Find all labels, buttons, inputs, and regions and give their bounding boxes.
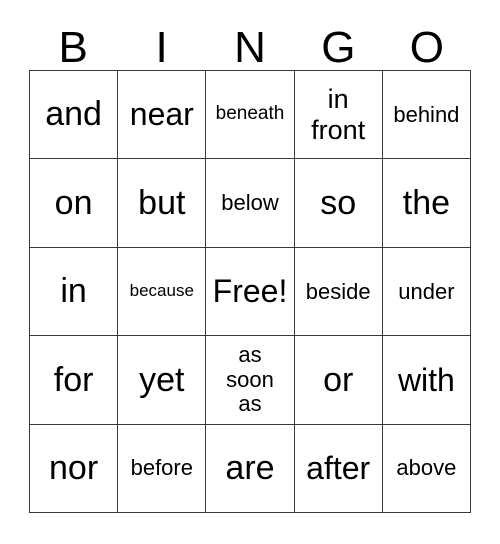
bingo-cell-text: nor — [49, 448, 99, 487]
bingo-cell-text: and — [45, 95, 102, 134]
bingo-cell[interactable]: on — [30, 159, 119, 248]
header-letter-o: O — [409, 23, 444, 72]
bingo-cell-text: are — [225, 448, 275, 487]
bingo-cell-text: with — [397, 361, 455, 398]
header-letter-i: I — [155, 23, 168, 72]
bingo-cell[interactable]: near — [118, 71, 207, 160]
bingo-cell-text: but — [138, 183, 186, 222]
bingo-cell[interactable]: the — [382, 159, 471, 248]
free-space-label: Free! — [212, 273, 288, 310]
bingo-cell-text: below — [221, 190, 279, 216]
bingo-cell-text: in front — [311, 84, 366, 145]
bingo-cell-text: after — [306, 450, 371, 487]
bingo-cell[interactable]: or — [294, 336, 383, 425]
header-letter-g: G — [321, 23, 356, 72]
bingo-cell-text: on — [54, 183, 93, 222]
bingo-cell[interactable]: but — [118, 159, 207, 248]
bingo-cell-text: the — [402, 183, 451, 222]
bingo-cell[interactable]: are — [206, 424, 295, 513]
bingo-cell[interactable]: above — [382, 424, 471, 513]
bingo-cell-text: in — [60, 272, 87, 311]
bingo-cell[interactable]: in — [30, 247, 119, 337]
header-letter-n: N — [234, 23, 266, 72]
bingo-cell[interactable]: below — [206, 159, 295, 248]
bingo-cell[interactable]: for — [30, 336, 119, 425]
bingo-cell[interactable]: in front — [294, 71, 383, 160]
bingo-cell[interactable]: and — [30, 71, 119, 160]
bingo-cell-text: above — [396, 455, 457, 481]
bingo-cell-text: beside — [305, 278, 371, 304]
bingo-cell[interactable]: behind — [382, 71, 471, 160]
bingo-cell-text: near — [129, 96, 194, 133]
bingo-cell[interactable]: before — [118, 424, 207, 513]
bingo-cell[interactable]: beside — [294, 247, 383, 337]
bingo-cell[interactable]: as soon as — [206, 336, 295, 425]
bingo-cell[interactable]: under — [382, 247, 471, 337]
bingo-cell[interactable]: because — [118, 247, 207, 337]
bingo-cell[interactable]: with — [382, 336, 471, 425]
bingo-card: B I N G O and near beneath in front behi… — [0, 0, 500, 544]
bingo-cell-text: behind — [393, 101, 460, 127]
bingo-cell-text: yet — [139, 360, 185, 399]
bingo-cell-text: or — [323, 360, 354, 399]
bingo-cell[interactable]: yet — [118, 336, 207, 425]
bingo-cell-free-space[interactable]: Free! — [206, 247, 295, 337]
bingo-cell[interactable]: nor — [30, 424, 119, 513]
bingo-cell-text: so — [320, 183, 357, 222]
header-letter-b: B — [58, 23, 88, 72]
bingo-cell[interactable]: so — [294, 159, 383, 248]
bingo-cell-text: because — [129, 281, 194, 301]
bingo-cell-text: under — [398, 278, 455, 304]
bingo-cell[interactable]: after — [294, 424, 383, 513]
bingo-cell-text: for — [53, 360, 94, 399]
bingo-header: B I N G O — [29, 18, 471, 70]
bingo-cell[interactable]: beneath — [206, 71, 295, 160]
bingo-cell-text: as soon as — [226, 341, 274, 417]
bingo-cell-text: before — [130, 455, 193, 481]
bingo-grid: and near beneath in front behind on but … — [29, 70, 471, 513]
bingo-cell-text: beneath — [215, 103, 285, 125]
